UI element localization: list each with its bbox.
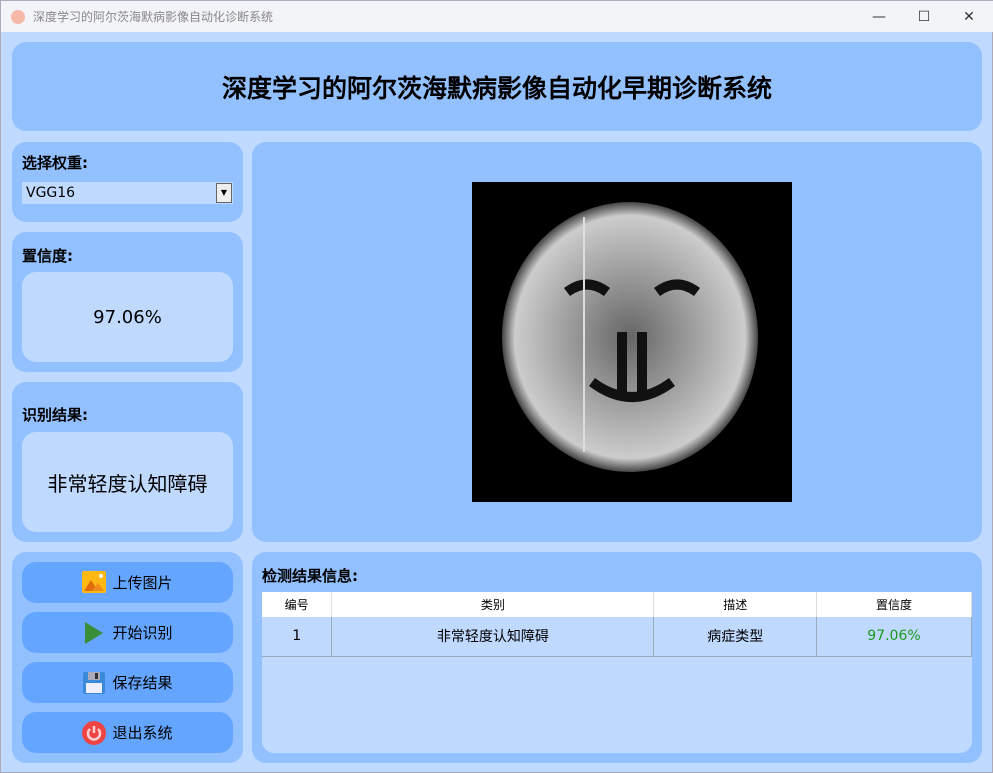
- header-panel: 深度学习的阿尔茨海默病影像自动化早期诊断系统: [12, 42, 982, 131]
- results-table-container: 编号 类别 描述 置信度 1 非常轻度认知障碍 病症类型 97.06%: [262, 592, 972, 753]
- exit-system-button[interactable]: 退出系统: [22, 712, 233, 753]
- start-label: 开始识别: [112, 624, 173, 642]
- results-panel: 检测结果信息: 编号 类别 描述 置信度 1 非常轻度认知障碍 病症类型 97.…: [252, 552, 982, 763]
- chevron-down-icon[interactable]: ▼: [216, 183, 232, 203]
- confidence-value: 97.06%: [22, 272, 233, 362]
- save-result-button[interactable]: 保存结果: [22, 662, 233, 703]
- cell-id: 1: [262, 617, 333, 657]
- results-table: 编号 类别 描述 置信度 1 非常轻度认知障碍 病症类型 97.06%: [262, 592, 972, 657]
- weights-panel: 选择权重: VGG16 ▼: [12, 142, 243, 222]
- image-icon: [82, 570, 107, 593]
- maximize-button[interactable]: ☐: [901, 1, 947, 32]
- weights-select[interactable]: VGG16 ▼: [22, 182, 233, 204]
- actions-panel: 上传图片 开始识别 保存结果 退出系统: [12, 552, 243, 763]
- window-title: 深度学习的阿尔茨海默病影像自动化诊断系统: [33, 10, 274, 24]
- brain-mri-image: [472, 182, 792, 502]
- result-value: 非常轻度认知障碍: [22, 432, 233, 532]
- column-header-class[interactable]: 类别: [331, 592, 655, 617]
- table-row[interactable]: 1 非常轻度认知障碍 病症类型 97.06%: [262, 617, 972, 657]
- play-icon: [85, 621, 104, 644]
- image-panel: [252, 142, 982, 542]
- app-icon: [11, 9, 25, 24]
- result-panel: 识别结果: 非常轻度认知障碍: [12, 382, 243, 542]
- cell-class: 非常轻度认知障碍: [331, 617, 655, 657]
- cell-description: 病症类型: [653, 617, 817, 657]
- save-label: 保存结果: [112, 674, 173, 692]
- weights-label: 选择权重:: [22, 154, 88, 172]
- title-bar: 深度学习的阿尔茨海默病影像自动化诊断系统: [1, 1, 993, 32]
- minimize-button[interactable]: —: [856, 1, 902, 32]
- close-button[interactable]: ✕: [946, 1, 992, 32]
- start-recognition-button[interactable]: 开始识别: [22, 612, 233, 653]
- results-title: 检测结果信息:: [262, 567, 358, 585]
- column-header-description[interactable]: 描述: [653, 592, 817, 617]
- weights-selected: VGG16: [26, 185, 76, 201]
- column-header-id[interactable]: 编号: [262, 592, 333, 617]
- result-label: 识别结果:: [22, 406, 88, 424]
- column-header-confidence[interactable]: 置信度: [816, 592, 972, 617]
- upload-label: 上传图片: [112, 574, 173, 592]
- power-icon: [82, 720, 107, 745]
- floppy-disk-icon: [83, 671, 106, 694]
- exit-label: 退出系统: [112, 724, 173, 742]
- page-title: 深度学习的阿尔茨海默病影像自动化早期诊断系统: [221, 73, 772, 103]
- confidence-label: 置信度:: [22, 247, 73, 265]
- upload-image-button[interactable]: 上传图片: [22, 562, 233, 603]
- confidence-panel: 置信度: 97.06%: [12, 232, 243, 372]
- cell-confidence: 97.06%: [816, 617, 972, 657]
